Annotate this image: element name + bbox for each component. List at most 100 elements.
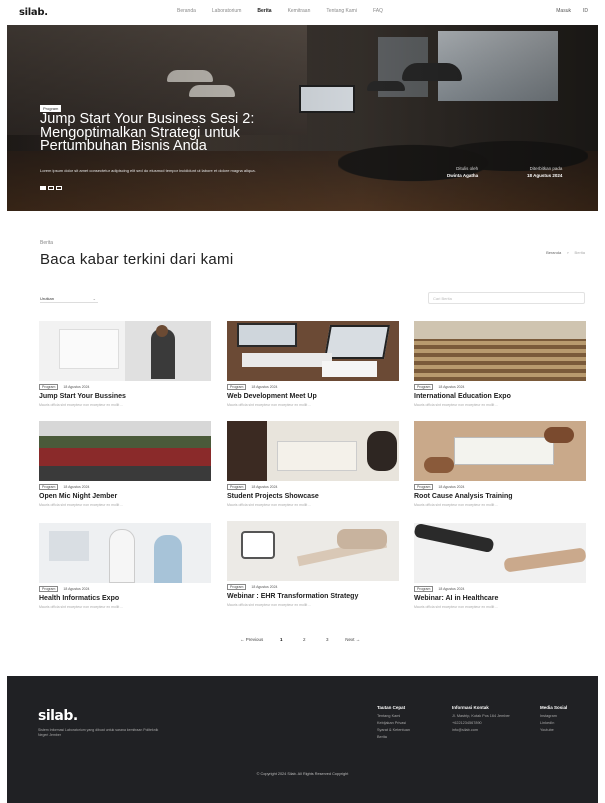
footer-link[interactable]: Syarat & Ketentuan (377, 727, 410, 734)
contact-phone[interactable]: +6221234567890 (452, 720, 510, 727)
card-image (227, 521, 399, 581)
publish-date: 18 Agustus 2024 (527, 173, 563, 178)
card-title[interactable]: Jump Start Your Bussines (39, 393, 211, 401)
footer-link[interactable]: Tentang Kami (377, 713, 410, 720)
language-switch[interactable]: ID (583, 8, 588, 14)
card-date: 18 Agustus 2024 (63, 385, 90, 389)
footer-logo[interactable]: silab. (38, 708, 78, 724)
card-title[interactable]: Root Cause Analysis Training (414, 493, 586, 501)
top-navbar: silab. Beranda Laboratorium Berita Kemit… (7, 0, 598, 25)
next-page-button[interactable]: Next → (345, 637, 360, 642)
breadcrumb-separator: › (567, 250, 569, 255)
news-card[interactable]: Program 18 Agustus 2024 Student Projects… (227, 421, 399, 507)
category-badge: Program (227, 384, 247, 390)
hero-date-meta: Diterbitkan pada 18 Agustus 2024 (527, 165, 562, 179)
card-meta: Program 18 Agustus 2024 (414, 384, 586, 390)
hero-description: Lorem ipsum dolor sit amet consectetur a… (40, 168, 256, 173)
hero-title[interactable]: Jump Start Your Business Sesi 2: Mengopt… (40, 112, 320, 154)
card-meta: Program 18 Agustus 2024 (227, 484, 399, 490)
nav-link-faq[interactable]: FAQ (373, 8, 383, 14)
card-title[interactable]: Webinar : EHR Transformation Strategy (227, 593, 399, 601)
carousel-dot[interactable] (56, 186, 62, 190)
breadcrumb-home[interactable]: Beranda (546, 250, 561, 255)
news-card[interactable]: Program 18 Agustus 2024 Root Cause Analy… (414, 421, 586, 507)
footer-social: Media Sosial Instagram LinkedIn Youtube (540, 704, 567, 734)
brand-logo[interactable]: silab. (19, 7, 48, 18)
nav-link-berita[interactable]: Berita (257, 8, 271, 14)
card-image (39, 321, 211, 381)
card-excerpt: Mauris officia sint excepteur non except… (227, 403, 312, 407)
footer-copyright: © Copyright 2024 Silab. All Rights Reser… (256, 772, 349, 776)
nav-links: Beranda Laboratorium Berita Kemitraan Te… (177, 8, 383, 14)
nav-link-tentang-kami[interactable]: Tentang Kami (326, 8, 357, 14)
nav-link-laboratorium[interactable]: Laboratorium (212, 8, 241, 14)
news-card[interactable]: Program 18 Agustus 2024 Web Development … (227, 321, 399, 407)
carousel-dot[interactable] (40, 186, 46, 190)
author-label: Ditulis oleh (456, 166, 479, 171)
card-date: 18 Agustus 2024 (438, 485, 465, 489)
page-button-3[interactable]: 3 (322, 637, 332, 642)
card-date: 18 Agustus 2024 (438, 385, 465, 389)
card-title[interactable]: Student Projects Showcase (227, 493, 399, 501)
footer-link[interactable]: Berita (377, 734, 410, 741)
hero-author-meta: Ditulis oleh Dwinta Agatha (447, 165, 478, 179)
login-link[interactable]: Masuk (556, 8, 571, 14)
page-button-1[interactable]: 1 (276, 637, 286, 642)
footer-link[interactable]: Kebijakan Privasi (377, 720, 410, 727)
card-meta: Program 18 Agustus 2024 (39, 384, 211, 390)
card-date: 18 Agustus 2024 (63, 587, 90, 591)
card-title[interactable]: Health Informatics Expo (39, 595, 211, 603)
breadcrumb: Beranda › Berita (546, 250, 585, 255)
social-linkedin-link[interactable]: LinkedIn (540, 720, 567, 727)
nav-link-beranda[interactable]: Beranda (177, 8, 196, 14)
search-input[interactable]: Cari Berita (428, 292, 585, 304)
card-title[interactable]: International Education Expo (414, 393, 586, 401)
news-card[interactable]: Program 18 Agustus 2024 Webinar : EHR Tr… (227, 521, 399, 607)
card-title[interactable]: Open Mic Night Jember (39, 493, 211, 501)
card-title[interactable]: Webinar: AI in Healthcare (414, 595, 586, 603)
prev-page-button[interactable]: ← Previous (240, 637, 263, 642)
category-badge: Program (414, 384, 434, 390)
news-card[interactable]: Program 18 Agustus 2024 International Ed… (414, 321, 586, 407)
news-card[interactable]: Program 18 Agustus 2024 Webinar: AI in H… (414, 523, 586, 609)
card-image (227, 421, 399, 481)
social-youtube-link[interactable]: Youtube (540, 727, 567, 734)
carousel-dot[interactable] (48, 186, 54, 190)
card-meta: Program 18 Agustus 2024 (414, 484, 586, 490)
hero-banner[interactable]: Program Jump Start Your Business Sesi 2:… (7, 25, 598, 211)
footer-tagline: Sistem Informasi Laboratorium yang dibua… (38, 728, 159, 737)
card-excerpt: Mauris officia sint excepteur non except… (414, 605, 499, 609)
nav-link-kemitraan[interactable]: Kemitraan (288, 8, 311, 14)
card-meta: Program 18 Agustus 2024 (39, 484, 211, 490)
card-meta: Program 18 Agustus 2024 (414, 586, 586, 592)
category-badge: Program (39, 484, 59, 490)
card-title[interactable]: Web Development Meet Up (227, 393, 399, 401)
card-excerpt: Mauris officia sint excepteur non except… (414, 503, 499, 507)
card-date: 18 Agustus 2024 (251, 585, 278, 589)
card-excerpt: Mauris officia sint excepteur non except… (39, 403, 124, 407)
news-card[interactable]: Program 18 Agustus 2024 Health Informati… (39, 523, 211, 609)
card-date: 18 Agustus 2024 (251, 385, 278, 389)
footer-contact: Informasi Kontak Jl. Mastrip, Kotak Pos … (452, 704, 510, 734)
card-excerpt: Mauris officia sint excepteur non except… (227, 503, 312, 507)
card-date: 18 Agustus 2024 (63, 485, 90, 489)
card-image (39, 421, 211, 481)
contact-email[interactable]: info@silab.com (452, 727, 510, 734)
social-instagram-link[interactable]: Instagram (540, 713, 567, 720)
nav-right: Masuk ID (556, 8, 588, 14)
card-excerpt: Mauris officia sint excepteur non except… (39, 503, 124, 507)
sort-dropdown[interactable]: Urutkan ⌄ (40, 294, 98, 303)
card-meta: Program 18 Agustus 2024 (227, 384, 399, 390)
pagination: ← Previous 1 2 3 Next → (240, 637, 360, 642)
category-badge: Program (39, 384, 59, 390)
page-button-2[interactable]: 2 (299, 637, 309, 642)
category-badge: Program (414, 484, 434, 490)
footer-quick-links: Tautan Cepat Tentang Kami Kebijakan Priv… (377, 704, 410, 741)
news-card[interactable]: Program 18 Agustus 2024 Jump Start Your … (39, 321, 211, 407)
category-badge: Program (227, 484, 247, 490)
news-card[interactable]: Program 18 Agustus 2024 Open Mic Night J… (39, 421, 211, 507)
author-name: Dwinta Agatha (447, 173, 479, 178)
footer-col-title: Tautan Cepat (377, 705, 406, 710)
category-badge: Program (414, 586, 434, 592)
card-excerpt: Mauris officia sint excepteur non except… (227, 603, 312, 607)
